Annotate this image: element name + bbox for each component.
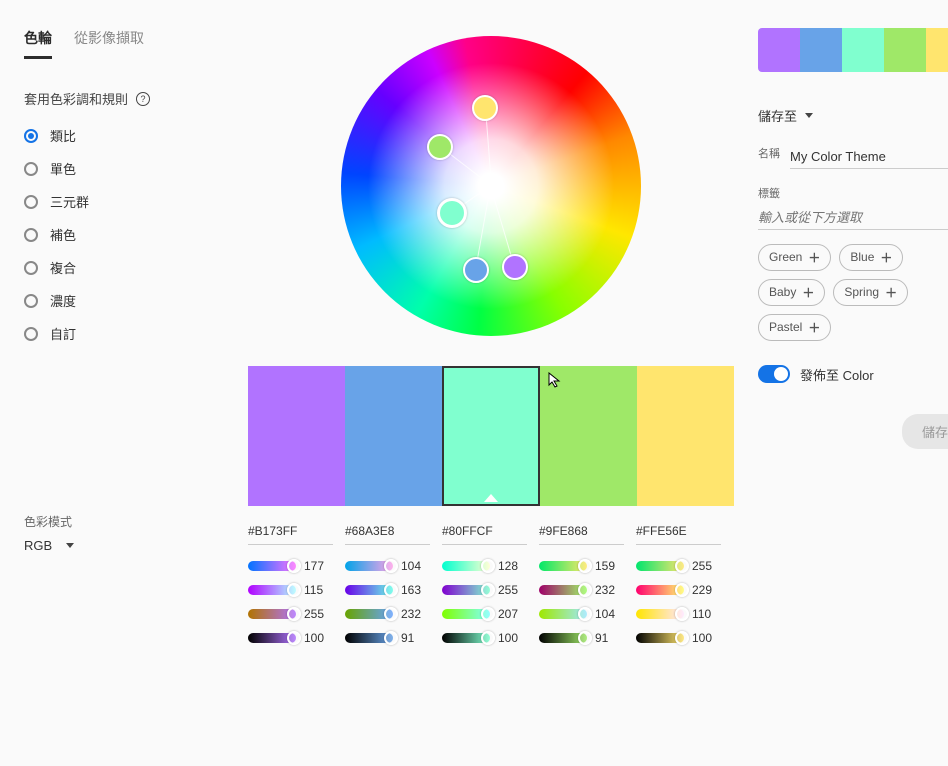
harmony-rule-option[interactable]: 三元群 [24,192,224,211]
tab-color-wheel[interactable]: 色輪 [24,28,52,59]
plus-icon: ＋ [808,319,820,336]
channel-g-value[interactable]: 255 [498,583,526,597]
theme-name-input[interactable] [790,147,948,169]
plus-icon: ＋ [808,249,820,266]
harmony-rule-header: 套用色彩調和規則 ? [24,89,224,108]
channel-r-value[interactable]: 255 [692,559,720,573]
channel-columns: #B173FF 177 115 255 100 #68A3E8 104 163 232 91 #80… [248,524,734,655]
publish-toggle[interactable] [758,365,790,383]
tag-chips: Green＋ Blue＋ Baby＋ Spring＋Pastel＋ [758,244,948,341]
harmony-rule-radio-group: 類比單色三元群補色複合濃度自訂 [24,126,224,343]
channel-alpha-slider[interactable] [636,633,684,643]
channel-alpha-slider[interactable] [248,633,296,643]
channel-g-value[interactable]: 232 [595,583,623,597]
chevron-down-icon [805,113,813,118]
wheel-color-knob[interactable] [427,134,453,160]
harmony-rule-option[interactable]: 濃度 [24,291,224,310]
harmony-rule-title: 套用色彩調和規則 [24,89,128,108]
channel-r-slider[interactable] [539,561,587,571]
channel-r-slider[interactable] [442,561,490,571]
color-swatch[interactable] [637,366,734,506]
channel-b-slider[interactable] [539,609,587,619]
color-mode-label: 色彩模式 [24,513,224,530]
color-swatch[interactable] [248,366,345,506]
hex-value[interactable]: #68A3E8 [345,524,430,545]
channel-g-slider[interactable] [442,585,490,595]
channel-alpha-slider[interactable] [345,633,393,643]
channel-alpha-value[interactable]: 100 [498,631,526,645]
channel-g-value[interactable]: 115 [304,583,332,597]
publish-label: 發佈至 Color [800,365,874,384]
channel-r-value[interactable]: 128 [498,559,526,573]
channel-b-slider[interactable] [442,609,490,619]
wheel-color-knob[interactable] [472,95,498,121]
channel-g-value[interactable]: 229 [692,583,720,597]
channel-b-value[interactable]: 255 [304,607,332,621]
channel-r-value[interactable]: 177 [304,559,332,573]
hex-value[interactable]: #80FFCF [442,524,527,545]
tag-chip[interactable]: Spring＋ [833,279,908,306]
channel-alpha-value[interactable]: 91 [401,631,429,645]
color-swatch[interactable] [345,366,442,506]
tab-extract-from-image[interactable]: 從影像擷取 [74,28,144,59]
plus-icon: ＋ [802,284,814,301]
save-button[interactable]: 儲存 [902,414,948,449]
harmony-rule-option[interactable]: 補色 [24,225,224,244]
color-swatch[interactable] [540,366,637,506]
channel-alpha-value[interactable]: 91 [595,631,623,645]
channel-b-slider[interactable] [636,609,684,619]
channel-b-value[interactable]: 232 [401,607,429,621]
swatch-row [248,366,734,506]
channel-b-value[interactable]: 207 [498,607,526,621]
channel-g-value[interactable]: 163 [401,583,429,597]
hex-value[interactable]: #9FE868 [539,524,624,545]
channel-r-value[interactable]: 159 [595,559,623,573]
channel-r-slider[interactable] [248,561,296,571]
plus-icon: ＋ [880,249,892,266]
save-to-label: 儲存至 [758,106,797,125]
channel-g-slider[interactable] [539,585,587,595]
channel-b-slider[interactable] [345,609,393,619]
channel-alpha-value[interactable]: 100 [692,631,720,645]
channel-b-value[interactable]: 104 [595,607,623,621]
wheel-color-knob[interactable] [502,254,528,280]
channel-g-slider[interactable] [248,585,296,595]
tags-label: 標籤 [758,187,948,202]
harmony-rule-option[interactable]: 類比 [24,126,224,145]
tag-chip[interactable]: Pastel＋ [758,314,831,341]
harmony-rule-option[interactable]: 複合 [24,258,224,277]
tags-input[interactable] [758,208,948,230]
harmony-rule-option[interactable]: 自訂 [24,324,224,343]
channel-alpha-slider[interactable] [442,633,490,643]
channel-r-slider[interactable] [345,561,393,571]
chevron-down-icon [66,543,74,548]
tag-chip[interactable]: Blue＋ [839,244,903,271]
channel-r-value[interactable]: 104 [401,559,429,573]
channel-b-value[interactable]: 110 [692,607,720,621]
color-swatch[interactable] [442,366,539,506]
channel-r-slider[interactable] [636,561,684,571]
tag-chip[interactable]: Baby＋ [758,279,825,306]
hex-value[interactable]: #B173FF [248,524,333,545]
mode-tabs: 色輪 從影像擷取 [24,28,224,59]
channel-b-slider[interactable] [248,609,296,619]
theme-name-label: 名稱 [758,147,780,162]
wheel-color-knob[interactable] [463,257,489,283]
channel-alpha-value[interactable]: 100 [304,631,332,645]
channel-alpha-slider[interactable] [539,633,587,643]
mini-swatch-preview [758,28,948,72]
save-to-dropdown[interactable]: 儲存至 [758,106,948,125]
info-icon[interactable]: ? [136,92,150,106]
color-wheel[interactable] [341,36,641,336]
plus-icon: ＋ [885,284,897,301]
color-mode-value: RGB [24,538,52,553]
wheel-color-knob[interactable] [437,198,467,228]
color-mode-select[interactable]: RGB [24,538,224,553]
tag-chip[interactable]: Green＋ [758,244,831,271]
channel-g-slider[interactable] [345,585,393,595]
harmony-rule-option[interactable]: 單色 [24,159,224,178]
channel-g-slider[interactable] [636,585,684,595]
hex-value[interactable]: #FFE56E [636,524,721,545]
